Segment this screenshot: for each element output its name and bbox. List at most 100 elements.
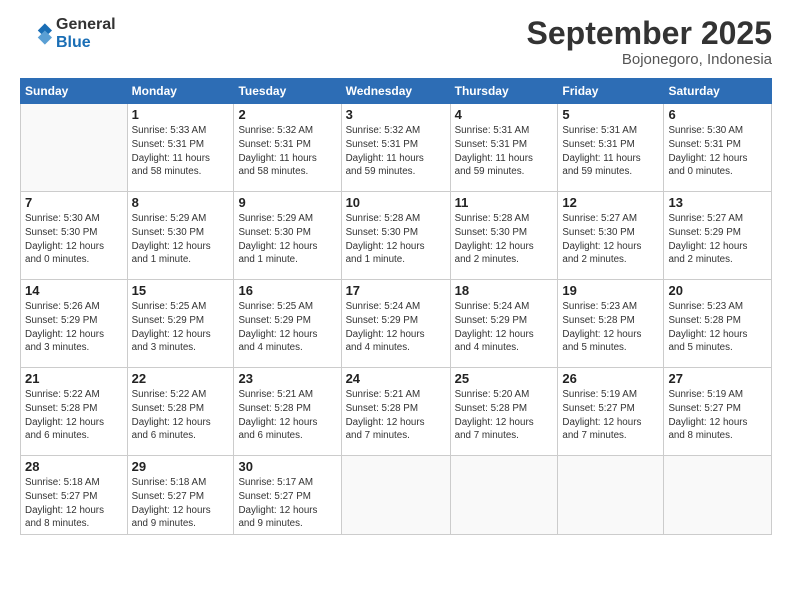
table-row <box>558 456 664 535</box>
day-info: Sunrise: 5:23 AMSunset: 5:28 PMDaylight:… <box>668 300 767 355</box>
logo-text: General Blue <box>56 16 116 52</box>
table-row: 11Sunrise: 5:28 AMSunset: 5:30 PMDayligh… <box>450 192 558 280</box>
day-number: 18 <box>455 283 554 298</box>
table-row: 6 Sunrise: 5:30 AMSunset: 5:31 PMDaylight… <box>664 104 772 192</box>
table-row: 14 Sunrise: 5:26 AMSunset: 5:29 PMDayligh… <box>21 280 128 368</box>
table-row <box>450 456 558 535</box>
table-row: 7 Sunrise: 5:30 AMSunset: 5:30 PMDaylight… <box>21 192 128 280</box>
table-row: 24Sunrise: 5:21 AMSunset: 5:28 PMDayligh… <box>341 368 450 456</box>
day-number: 6 <box>668 107 767 122</box>
day-info: Sunrise: 5:30 AMSunset: 5:31 PMDaylight:… <box>668 124 767 179</box>
table-row: 5 Sunrise: 5:31 AMSunset: 5:31 PMDaylight… <box>558 104 664 192</box>
table-row <box>21 104 128 192</box>
day-info: Sunrise: 5:22 AMSunset: 5:28 PMDaylight:… <box>25 388 123 443</box>
day-number: 5 <box>562 107 659 122</box>
day-info: Sunrise: 5:19 AMSunset: 5:27 PMDaylight:… <box>668 388 767 443</box>
table-row: 15Sunrise: 5:25 AMSunset: 5:29 PMDayligh… <box>127 280 234 368</box>
day-number: 9 <box>238 195 336 210</box>
table-row: 18 Sunrise: 5:24 AMSunset: 5:29 PMDayligh… <box>450 280 558 368</box>
col-sunday: Sunday <box>21 79 128 104</box>
day-number: 17 <box>346 283 446 298</box>
logo-icon <box>20 18 52 50</box>
table-row: 26 Sunrise: 5:19 AMSunset: 5:27 PMDayligh… <box>558 368 664 456</box>
day-info: Sunrise: 5:27 AMSunset: 5:29 PMDaylight:… <box>668 212 767 267</box>
table-row: 28Sunrise: 5:18 AMSunset: 5:27 PMDayligh… <box>21 456 128 535</box>
table-row: 13 Sunrise: 5:27 AMSunset: 5:29 PMDayligh… <box>664 192 772 280</box>
day-info: Sunrise: 5:25 AMSunset: 5:29 PMDaylight:… <box>238 300 336 355</box>
table-row: 2 Sunrise: 5:32 AMSunset: 5:31 PMDaylight… <box>234 104 341 192</box>
table-row: 19 Sunrise: 5:23 AMSunset: 5:28 PMDayligh… <box>558 280 664 368</box>
day-info: Sunrise: 5:29 AMSunset: 5:30 PMDaylight:… <box>132 212 230 267</box>
day-number: 19 <box>562 283 659 298</box>
table-row: 27 Sunrise: 5:19 AMSunset: 5:27 PMDayligh… <box>664 368 772 456</box>
day-info: Sunrise: 5:30 AMSunset: 5:30 PMDaylight:… <box>25 212 123 267</box>
day-number: 30 <box>238 459 336 474</box>
day-number: 13 <box>668 195 767 210</box>
day-number: 14 <box>25 283 123 298</box>
day-number: 8 <box>132 195 230 210</box>
logo: General Blue <box>20 16 116 52</box>
title-block: September 2025 Bojonegoro, Indonesia <box>527 16 772 68</box>
day-info: Sunrise: 5:31 AMSunset: 5:31 PMDaylight:… <box>562 124 659 179</box>
table-row: 4 Sunrise: 5:31 AMSunset: 5:31 PMDaylight… <box>450 104 558 192</box>
day-info: Sunrise: 5:31 AMSunset: 5:31 PMDaylight:… <box>455 124 554 179</box>
day-number: 23 <box>238 371 336 386</box>
day-info: Sunrise: 5:32 AMSunset: 5:31 PMDaylight:… <box>346 124 446 179</box>
calendar-header-row: Sunday Monday Tuesday Wednesday Thursday… <box>21 79 772 104</box>
day-number: 22 <box>132 371 230 386</box>
col-monday: Monday <box>127 79 234 104</box>
day-info: Sunrise: 5:17 AMSunset: 5:27 PMDaylight:… <box>238 476 336 531</box>
table-row: 17 Sunrise: 5:24 AMSunset: 5:29 PMDayligh… <box>341 280 450 368</box>
day-number: 7 <box>25 195 123 210</box>
day-info: Sunrise: 5:29 AMSunset: 5:30 PMDaylight:… <box>238 212 336 267</box>
day-info: Sunrise: 5:23 AMSunset: 5:28 PMDaylight:… <box>562 300 659 355</box>
day-info: Sunrise: 5:21 AMSunset: 5:28 PMDaylight:… <box>346 388 446 443</box>
header: General Blue September 2025 Bojonegoro, … <box>20 16 772 68</box>
day-info: Sunrise: 5:32 AMSunset: 5:31 PMDaylight:… <box>238 124 336 179</box>
table-row: 30 Sunrise: 5:17 AMSunset: 5:27 PMDayligh… <box>234 456 341 535</box>
table-row: 21 Sunrise: 5:22 AMSunset: 5:28 PMDayligh… <box>21 368 128 456</box>
table-row: 20 Sunrise: 5:23 AMSunset: 5:28 PMDayligh… <box>664 280 772 368</box>
table-row: 29Sunrise: 5:18 AMSunset: 5:27 PMDayligh… <box>127 456 234 535</box>
table-row: 1Sunrise: 5:33 AMSunset: 5:31 PMDaylight… <box>127 104 234 192</box>
day-info: Sunrise: 5:21 AMSunset: 5:28 PMDaylight:… <box>238 388 336 443</box>
table-row: 10Sunrise: 5:28 AMSunset: 5:30 PMDayligh… <box>341 192 450 280</box>
table-row: 16 Sunrise: 5:25 AMSunset: 5:29 PMDayligh… <box>234 280 341 368</box>
day-info: Sunrise: 5:25 AMSunset: 5:29 PMDaylight:… <box>132 300 230 355</box>
day-number: 20 <box>668 283 767 298</box>
table-row: 25 Sunrise: 5:20 AMSunset: 5:28 PMDayligh… <box>450 368 558 456</box>
col-saturday: Saturday <box>664 79 772 104</box>
table-row <box>664 456 772 535</box>
day-info: Sunrise: 5:22 AMSunset: 5:28 PMDaylight:… <box>132 388 230 443</box>
day-number: 16 <box>238 283 336 298</box>
table-row <box>341 456 450 535</box>
day-info: Sunrise: 5:24 AMSunset: 5:29 PMDaylight:… <box>346 300 446 355</box>
col-wednesday: Wednesday <box>341 79 450 104</box>
col-friday: Friday <box>558 79 664 104</box>
table-row: 8 Sunrise: 5:29 AMSunset: 5:30 PMDaylight… <box>127 192 234 280</box>
table-row: 12 Sunrise: 5:27 AMSunset: 5:30 PMDayligh… <box>558 192 664 280</box>
col-thursday: Thursday <box>450 79 558 104</box>
page: General Blue September 2025 Bojonegoro, … <box>0 0 792 612</box>
day-info: Sunrise: 5:19 AMSunset: 5:27 PMDaylight:… <box>562 388 659 443</box>
table-row: 3 Sunrise: 5:32 AMSunset: 5:31 PMDaylight… <box>341 104 450 192</box>
day-number: 27 <box>668 371 767 386</box>
day-number: 21 <box>25 371 123 386</box>
day-number: 2 <box>238 107 336 122</box>
day-info: Sunrise: 5:27 AMSunset: 5:30 PMDaylight:… <box>562 212 659 267</box>
day-info: Sunrise: 5:20 AMSunset: 5:28 PMDaylight:… <box>455 388 554 443</box>
col-tuesday: Tuesday <box>234 79 341 104</box>
day-number: 1 <box>132 107 230 122</box>
day-info: Sunrise: 5:26 AMSunset: 5:29 PMDaylight:… <box>25 300 123 355</box>
day-info: Sunrise: 5:24 AMSunset: 5:29 PMDaylight:… <box>455 300 554 355</box>
day-number: 25 <box>455 371 554 386</box>
day-number: 10 <box>346 195 446 210</box>
day-number: 4 <box>455 107 554 122</box>
day-number: 12 <box>562 195 659 210</box>
month-title: September 2025 <box>527 16 772 51</box>
table-row: 9 Sunrise: 5:29 AMSunset: 5:30 PMDaylight… <box>234 192 341 280</box>
day-info: Sunrise: 5:28 AMSunset: 5:30 PMDaylight:… <box>455 212 554 267</box>
day-number: 26 <box>562 371 659 386</box>
day-number: 3 <box>346 107 446 122</box>
day-info: Sunrise: 5:18 AMSunset: 5:27 PMDaylight:… <box>25 476 123 531</box>
